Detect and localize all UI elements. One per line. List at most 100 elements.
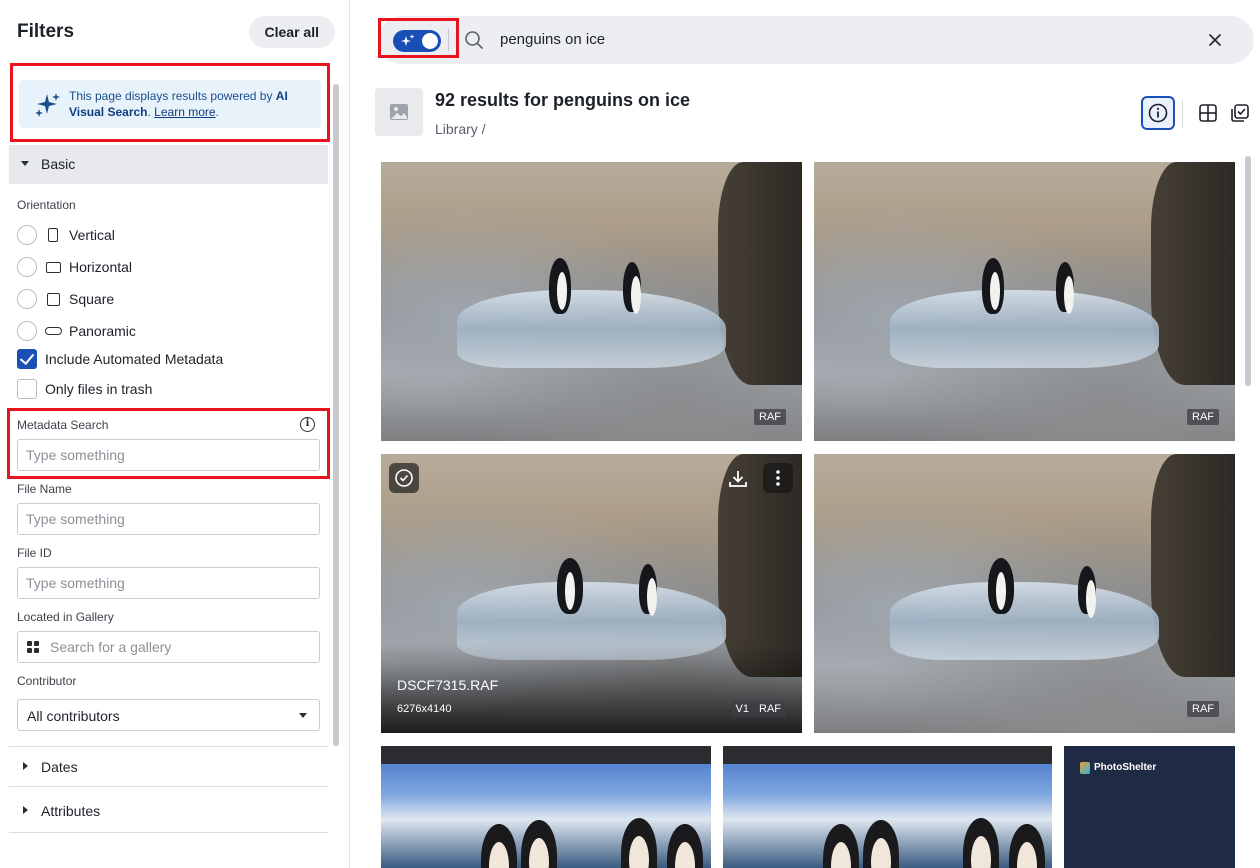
- photoshelter-logo-text: PhotoShelter: [1094, 762, 1157, 773]
- radio-button[interactable]: [17, 321, 37, 341]
- photo-cave: [717, 162, 802, 386]
- asset-tile[interactable]: PhotoShelter: [1064, 746, 1235, 868]
- orientation-option-label: Square: [69, 291, 115, 307]
- library-thumbnail: [375, 88, 423, 136]
- multi-select-button[interactable]: [1223, 96, 1257, 130]
- sparkle-icon: [35, 93, 60, 117]
- divider: [1182, 100, 1183, 128]
- filters-header: Filters Clear all: [17, 16, 335, 48]
- only-files-in-trash-label: Only files in trash: [45, 381, 153, 397]
- divider: [9, 746, 328, 747]
- select-tile-button[interactable]: [389, 463, 419, 493]
- photoshelter-logo-icon: [1080, 762, 1090, 774]
- filters-title: Filters: [17, 21, 75, 42]
- file-id-input[interactable]: [17, 567, 320, 599]
- photo-ice: [889, 582, 1160, 661]
- basic-section-toggle[interactable]: Basic: [9, 145, 328, 184]
- file-name-input[interactable]: [17, 503, 320, 535]
- more-options-button[interactable]: [763, 463, 793, 493]
- more-vertical-icon: [776, 470, 780, 486]
- info-panel-button[interactable]: [1141, 96, 1175, 130]
- photo-penguin: [1056, 262, 1074, 314]
- photo-cave: [1150, 454, 1235, 678]
- file-id-label: File ID: [17, 546, 52, 560]
- version-badge: V1: [730, 701, 754, 717]
- gallery-label: Located in Gallery: [17, 610, 114, 624]
- asset-tile[interactable]: RAF: [814, 162, 1235, 441]
- image-icon: [390, 104, 408, 120]
- caret-down-icon: [21, 161, 29, 166]
- ai-search-toggle[interactable]: [393, 30, 441, 52]
- only-files-in-trash[interactable]: Only files in trash: [17, 379, 317, 399]
- panoramic-orientation-icon: [45, 327, 62, 335]
- attributes-section-toggle[interactable]: Attributes: [17, 801, 317, 821]
- photo-penguin: [639, 564, 657, 616]
- checkbox-unchecked[interactable]: [17, 379, 37, 399]
- breadcrumb[interactable]: Library /: [435, 121, 486, 137]
- photo-roof: [723, 746, 1052, 764]
- search-input[interactable]: [500, 31, 1100, 48]
- file-name: DSCF7315.RAF: [397, 677, 499, 693]
- results-grid[interactable]: RAF RAF DSCF7315.RAF 6276x4140 V1 RAF RA…: [380, 161, 1236, 868]
- photo-cave: [1150, 162, 1235, 386]
- ai-notice-text: This page displays results powered by AI…: [69, 88, 309, 120]
- radio-button[interactable]: [17, 289, 37, 309]
- layout-grid-button[interactable]: [1191, 96, 1225, 130]
- results-title: 92 results for penguins on ice: [435, 90, 691, 110]
- include-automated-metadata[interactable]: Include Automated Metadata: [17, 349, 317, 369]
- asset-tile[interactable]: [381, 746, 711, 868]
- asset-tile-hovered[interactable]: DSCF7315.RAF 6276x4140 V1 RAF: [381, 454, 802, 733]
- file-type-badge: RAF: [754, 409, 786, 425]
- info-icon[interactable]: i: [300, 417, 315, 432]
- caret-right-icon: [23, 762, 28, 770]
- file-type-badge: RAF: [1187, 409, 1219, 425]
- metadata-search-label: Metadata Search: [17, 418, 109, 432]
- chevron-down-icon: [299, 713, 307, 718]
- orientation-panoramic[interactable]: Panoramic: [17, 320, 317, 342]
- clear-all-button[interactable]: Clear all: [248, 16, 335, 48]
- horizontal-orientation-icon: [46, 262, 61, 273]
- contributor-label: Contributor: [17, 674, 77, 688]
- ai-notice-prefix: This page displays results powered by: [69, 89, 276, 103]
- select-multiple-icon: [1231, 104, 1249, 122]
- orientation-option-label: Horizontal: [69, 259, 133, 275]
- search-icon: [465, 31, 483, 49]
- orientation-horizontal[interactable]: Horizontal: [17, 256, 317, 278]
- sparkle-icon: [401, 34, 415, 46]
- divider: [9, 832, 328, 833]
- orientation-vertical[interactable]: Vertical: [17, 224, 317, 246]
- asset-tile[interactable]: [723, 746, 1052, 868]
- gallery-search-input[interactable]: [17, 631, 320, 663]
- ai-search-toggle-highlight: [378, 18, 459, 58]
- filters-scroll-area[interactable]: This page displays results powered by AI…: [0, 62, 342, 868]
- radio-button[interactable]: [17, 225, 37, 245]
- caret-right-icon: [23, 806, 28, 814]
- metadata-search-input[interactable]: [17, 439, 320, 471]
- contributor-select[interactable]: All contributors: [17, 699, 320, 731]
- results-scrollbar-thumb[interactable]: [1245, 156, 1251, 386]
- check-circle-icon: [395, 469, 413, 487]
- asset-tile[interactable]: RAF: [381, 162, 802, 441]
- checkbox-checked[interactable]: [17, 349, 37, 369]
- filters-sidebar: Filters Clear all This page displays res…: [0, 0, 350, 868]
- file-type-badge: RAF: [1187, 701, 1219, 717]
- orientation-square[interactable]: Square: [17, 288, 317, 310]
- info-icon: [1148, 103, 1168, 123]
- divider: [9, 786, 328, 787]
- asset-tile[interactable]: RAF: [814, 454, 1235, 733]
- close-icon[interactable]: [1207, 32, 1223, 48]
- ai-notice-highlight: This page displays results powered by AI…: [10, 63, 330, 142]
- radio-button[interactable]: [17, 257, 37, 277]
- download-icon[interactable]: [727, 468, 749, 490]
- photo-roof: [381, 746, 711, 764]
- grid-layout-icon: [1199, 104, 1217, 122]
- sidebar-scrollbar-thumb[interactable]: [333, 84, 339, 746]
- basic-section-label: Basic: [41, 156, 76, 172]
- learn-more-link[interactable]: Learn more: [154, 105, 215, 119]
- dates-section-toggle[interactable]: Dates: [17, 757, 317, 777]
- photo-penguin: [1078, 566, 1096, 618]
- include-automated-metadata-label: Include Automated Metadata: [45, 351, 224, 367]
- ai-notice: This page displays results powered by AI…: [19, 80, 321, 128]
- divider: [448, 29, 449, 51]
- photo-penguin: [549, 258, 571, 314]
